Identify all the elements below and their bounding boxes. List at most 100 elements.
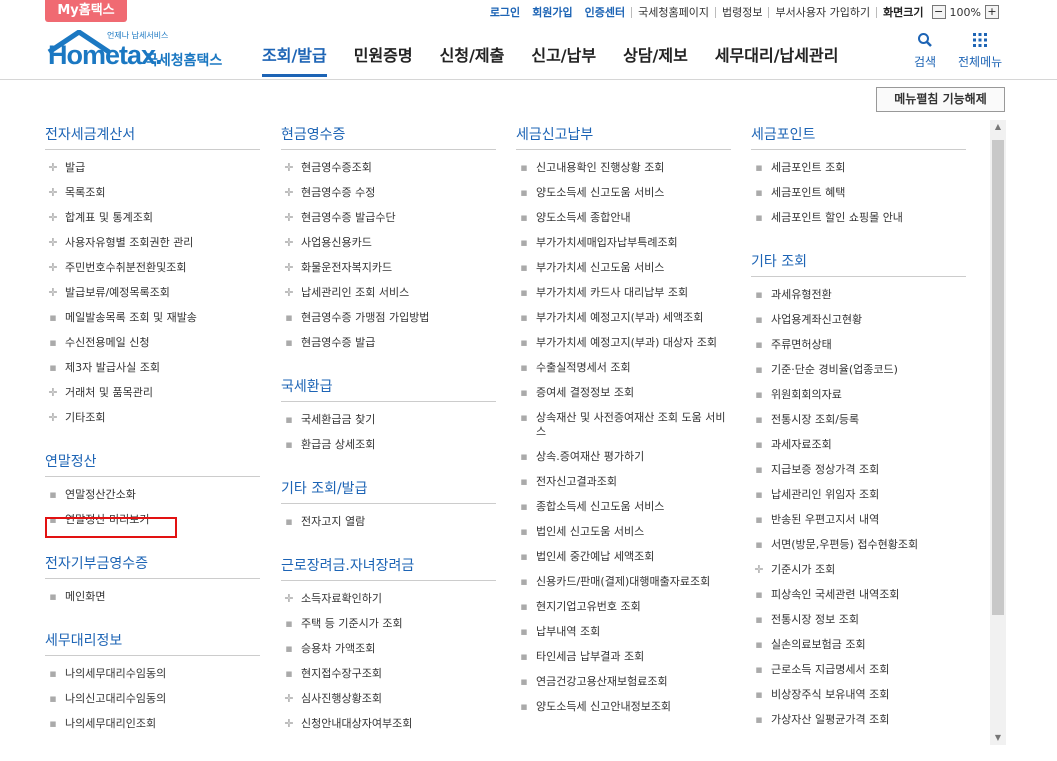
menu-item[interactable]: ▪ 부가가치세 예정고지(부과) 세액조회 (516, 306, 731, 331)
menu-item[interactable]: ▪ 세금포인트 할인 쇼핑몰 안내 (751, 206, 966, 231)
menu-item[interactable]: ▪ 환급금 상세조회 (281, 433, 496, 458)
menu-item[interactable]: ▪ 메일발송목록 조회 및 재발송 (45, 306, 260, 331)
menu-item[interactable]: ▪ 메인화면 (45, 585, 260, 610)
section-title[interactable]: 전자세금계산서 (45, 116, 260, 150)
nav-civil-cert[interactable]: 민원증명 (354, 42, 413, 66)
menu-item[interactable]: ▪ 신고내용확인 진행상황 조회 (516, 156, 731, 181)
menu-item[interactable]: ▪ 사업용계좌신고현황 (751, 308, 966, 333)
menu-item[interactable]: ▪ 양도소득세 신고도움 서비스 (516, 181, 731, 206)
menu-item[interactable]: ✛ 소득자료확인하기 (281, 587, 496, 612)
menu-item[interactable]: ▪ 주류면허상태 (751, 333, 966, 358)
menu-item[interactable]: ✛ 신청안내대상자여부조회 (281, 712, 496, 737)
signup-link[interactable]: 회원가입 (526, 4, 578, 20)
nav-consult-report[interactable]: 상담/제보 (623, 42, 688, 66)
menu-item[interactable]: ▪ 비상장주식 보유내역 조회 (751, 683, 966, 708)
scroll-up-icon[interactable]: ▲ (990, 120, 1006, 134)
menu-item[interactable]: ▪ 세금포인트 혜택 (751, 181, 966, 206)
menu-item[interactable]: ▪ 현금영수증 가맹점 가입방법 (281, 306, 496, 331)
menu-item[interactable]: ✛ 사용자유형별 조회권한 관리 (45, 231, 260, 256)
menu-item[interactable]: ✛ 사업용신용카드 (281, 231, 496, 256)
section-title[interactable]: 연말정산 (45, 443, 260, 477)
nav-tax-agent[interactable]: 세무대리/납세관리 (715, 42, 839, 66)
menu-item[interactable]: ▪ 수신전용메일 신청 (45, 331, 260, 356)
menu-item[interactable]: ▪ 나의신고대리수임동의 (45, 687, 260, 712)
menu-item[interactable]: ▪ 전통시장 조회/등록 (751, 408, 966, 433)
menu-item[interactable]: ▪ 상속.증여재산 평가하기 (516, 445, 731, 470)
zoom-in-button[interactable]: + (985, 5, 999, 19)
menu-item[interactable]: ▪ 근로소득 지급명세서 조회 (751, 658, 966, 683)
menu-item[interactable]: ▪ 부가가치세 카드사 대리납부 조회 (516, 281, 731, 306)
menu-item[interactable]: ▪ 현금영수증 발급 (281, 331, 496, 356)
scrollbar[interactable]: ▲ ▼ (990, 120, 1006, 745)
menu-item[interactable]: ▪ 상속재산 및 사전증여재산 조회 도움 서비스 (516, 406, 731, 445)
menu-item[interactable]: ▪ 승용차 가액조회 (281, 637, 496, 662)
login-link[interactable]: 로그인 (484, 4, 526, 20)
menu-item[interactable]: ▪ 주택 등 기준시가 조회 (281, 612, 496, 637)
menu-item[interactable]: ✛ 현금영수증 수정 (281, 181, 496, 206)
menu-item[interactable]: ▪ 증여세 결정정보 조회 (516, 381, 731, 406)
menu-item[interactable]: ▪ 부가가치세 신고도움 서비스 (516, 256, 731, 281)
menu-item[interactable]: ✛ 기준시가 조회 (751, 558, 966, 583)
menu-item[interactable]: ✛ 발급보류/예정목록조회 (45, 281, 260, 306)
nav-apply-submit[interactable]: 신청/제출 (440, 42, 505, 66)
nav-inquiry-issue[interactable]: 조회/발급 (262, 42, 327, 77)
menu-item[interactable]: ▪ 연말정산간소화 (45, 483, 260, 508)
menu-item[interactable]: ▪ 연금건강고용산재보험료조회 (516, 670, 731, 695)
menu-item[interactable]: ▪ 현지접수장구조회 (281, 662, 496, 687)
menu-item[interactable]: ▪ 위원회회의자료 (751, 383, 966, 408)
dept-user-signup-link[interactable]: 부서사용자 가입하기 (769, 4, 876, 20)
scroll-down-icon[interactable]: ▼ (990, 731, 1006, 745)
all-menu-button[interactable]: 전체메뉴 (958, 32, 1002, 70)
my-hometax-tab[interactable]: My홈택스 (45, 0, 127, 22)
menu-item[interactable]: ▪ 부가가치세매입자납부특례조회 (516, 231, 731, 256)
menu-item[interactable]: ▪ 과세유형전환 (751, 283, 966, 308)
section-title[interactable]: 세금신고납부 (516, 116, 731, 150)
section-title[interactable]: 세금포인트 (751, 116, 966, 150)
menu-item[interactable]: ▪ 수출실적명세서 조회 (516, 356, 731, 381)
menu-item[interactable]: ▪ 과세자료조회 (751, 433, 966, 458)
nav-report-pay[interactable]: 신고/납부 (531, 42, 596, 66)
menu-item[interactable]: ▪ 부가가치세 예정고지(부과) 대상자 조회 (516, 331, 731, 356)
menu-item[interactable]: ▪ 피상속인 국세관련 내역조회 (751, 583, 966, 608)
menu-item[interactable]: ✛ 합계표 및 통계조회 (45, 206, 260, 231)
law-info-link[interactable]: 법령정보 (716, 4, 768, 20)
menu-item[interactable]: ▪ 서면(방문,우편등) 접수현황조회 (751, 533, 966, 558)
menu-item[interactable]: ▪ 종합소득세 신고도움 서비스 (516, 495, 731, 520)
menu-item[interactable]: ✛ 거래처 및 품목관리 (45, 381, 260, 406)
section-title[interactable]: 세무대리정보 (45, 622, 260, 656)
menu-item[interactable]: ▪ 세금포인트 조회 (751, 156, 966, 181)
nts-homepage-link[interactable]: 국세청홈페이지 (632, 4, 715, 20)
menu-item[interactable]: ✛ 기타조회 (45, 406, 260, 431)
menu-item[interactable]: ✛ 발급 (45, 156, 260, 181)
section-title[interactable]: 전자기부금영수증 (45, 545, 260, 579)
zoom-out-button[interactable]: − (931, 5, 946, 19)
menu-item[interactable]: ▪ 납부내역 조회 (516, 620, 731, 645)
menu-item[interactable]: ▪ 나의세무대리인조회 (45, 712, 260, 737)
menu-item[interactable]: ✛ 주민번호수취분전환및조회 (45, 256, 260, 281)
section-title[interactable]: 국세환급 (281, 368, 496, 402)
menu-item[interactable]: ▪ 제3자 발급사실 조회 (45, 356, 260, 381)
menu-item[interactable]: ▪ 법인세 중간예납 세액조회 (516, 545, 731, 570)
cert-center-link[interactable]: 인증센터 (579, 4, 631, 20)
menu-item[interactable]: ▪ 기준·단순 경비율(업종코드) (751, 358, 966, 383)
menu-item[interactable]: ▪ 양도소득세 종합안내 (516, 206, 731, 231)
section-title[interactable]: 근로장려금.자녀장려금 (281, 547, 496, 581)
menu-item[interactable]: ▪ 국세환급금 찾기 (281, 408, 496, 433)
section-title[interactable]: 현금영수증 (281, 116, 496, 150)
menu-item[interactable]: ✛ 현금영수증조회 (281, 156, 496, 181)
menu-expand-toggle-button[interactable]: 메뉴펼침 기능해제 (876, 87, 1005, 112)
hometax-logo[interactable]: 언제나 납세서비스 Hometax. 국세청홈택스 (45, 30, 235, 74)
search-button[interactable]: 검색 (914, 32, 936, 70)
menu-item[interactable]: ✛ 화물운전자복지카드 (281, 256, 496, 281)
section-title[interactable]: 기타 조회/발급 (281, 470, 496, 504)
menu-item[interactable]: ▪ 지급보증 정상가격 조회 (751, 458, 966, 483)
menu-item[interactable]: ▪ 법인세 신고도움 서비스 (516, 520, 731, 545)
section-title[interactable]: 기타 조회 (751, 243, 966, 277)
menu-item[interactable]: ▪ 현지기업고유번호 조회 (516, 595, 731, 620)
menu-item[interactable]: ▪ 납세관리인 위임자 조회 (751, 483, 966, 508)
menu-item[interactable]: ▪ 전자신고결과조회 (516, 470, 731, 495)
menu-item[interactable]: ▪ 실손의료보험금 조회 (751, 633, 966, 658)
menu-item[interactable]: ▪ 반송된 우편고지서 내역 (751, 508, 966, 533)
menu-item[interactable]: ▪ 전자고지 열람 (281, 510, 496, 535)
menu-item[interactable]: ▪ 전통시장 정보 조회 (751, 608, 966, 633)
